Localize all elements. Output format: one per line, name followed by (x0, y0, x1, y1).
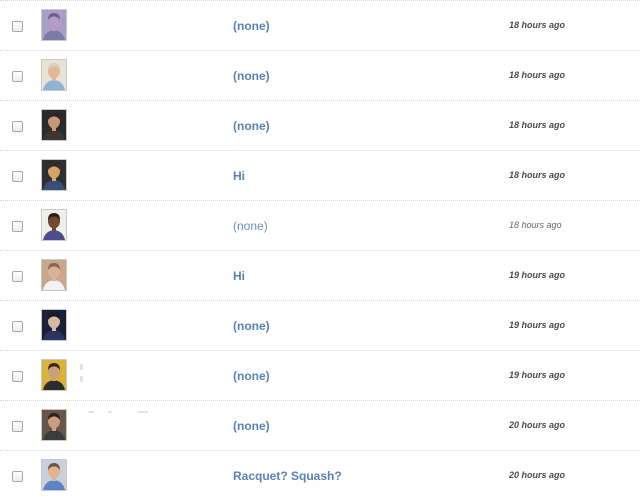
message-subject-link[interactable]: (none) (233, 219, 268, 233)
message-timestamp: 18 hours ago (509, 170, 566, 180)
avatar[interactable] (41, 209, 67, 241)
avatar-photo (42, 260, 66, 290)
message-subject-link[interactable]: (none) (233, 319, 270, 333)
message-row[interactable]: (none) 20 hours ago (0, 400, 640, 450)
message-row[interactable]: (none) 18 hours ago (0, 0, 640, 50)
avatar[interactable] (41, 159, 67, 191)
select-checkbox[interactable] (12, 471, 23, 482)
message-timestamp: 18 hours ago (509, 70, 566, 80)
avatar[interactable] (41, 59, 67, 91)
message-timestamp: 18 hours ago (509, 220, 562, 230)
message-subject-link[interactable]: Racquet? Squash? (233, 469, 342, 483)
message-subject-link[interactable]: (none) (233, 119, 270, 133)
redacted-sender-name (138, 411, 148, 413)
avatar[interactable] (41, 309, 67, 341)
avatar[interactable] (41, 109, 67, 141)
avatar[interactable] (41, 359, 67, 391)
message-subject-link[interactable]: Hi (233, 169, 245, 183)
message-row[interactable]: (none) 18 hours ago (0, 200, 640, 250)
message-timestamp: 19 hours ago (509, 370, 566, 380)
message-row[interactable]: Racquet? Squash? 20 hours ago (0, 450, 640, 500)
select-checkbox[interactable] (12, 171, 23, 182)
message-list: (none) 18 hours ago (none) 18 hours ago … (0, 0, 640, 500)
message-timestamp: 20 hours ago (509, 470, 566, 480)
message-row[interactable]: Hi 19 hours ago (0, 250, 640, 300)
avatar[interactable] (41, 9, 67, 41)
redacted-sender-name (88, 411, 94, 413)
select-checkbox[interactable] (12, 71, 23, 82)
message-row[interactable]: (none) 19 hours ago (0, 350, 640, 400)
message-subject-link[interactable]: (none) (233, 419, 270, 433)
select-checkbox[interactable] (12, 121, 23, 132)
message-timestamp: 19 hours ago (509, 270, 566, 280)
select-checkbox[interactable] (12, 21, 23, 32)
avatar[interactable] (41, 409, 67, 441)
redacted-sender-name (80, 376, 83, 382)
select-checkbox[interactable] (12, 221, 23, 232)
message-subject-link[interactable]: (none) (233, 369, 270, 383)
message-subject-link[interactable]: (none) (233, 69, 270, 83)
avatar[interactable] (41, 259, 67, 291)
avatar-photo (42, 460, 66, 490)
select-checkbox[interactable] (12, 321, 23, 332)
avatar-photo (42, 160, 66, 190)
message-row[interactable]: (none) 18 hours ago (0, 100, 640, 150)
message-subject-link[interactable]: Hi (233, 269, 245, 283)
avatar-photo (42, 10, 66, 40)
message-timestamp: 18 hours ago (509, 120, 566, 130)
select-checkbox[interactable] (12, 371, 23, 382)
message-row[interactable]: (none) 19 hours ago (0, 300, 640, 350)
redacted-sender-name (80, 364, 83, 370)
avatar-photo (42, 310, 66, 340)
avatar-photo (42, 110, 66, 140)
select-checkbox[interactable] (12, 421, 23, 432)
avatar-photo (42, 210, 66, 240)
avatar-photo (42, 360, 66, 390)
message-row[interactable]: (none) 18 hours ago (0, 50, 640, 100)
message-timestamp: 19 hours ago (509, 320, 566, 330)
select-checkbox[interactable] (12, 271, 23, 282)
message-row[interactable]: Hi 18 hours ago (0, 150, 640, 200)
message-timestamp: 18 hours ago (509, 20, 566, 30)
avatar-photo (42, 60, 66, 90)
avatar-photo (42, 410, 66, 440)
message-subject-link[interactable]: (none) (233, 19, 270, 33)
redacted-sender-name (108, 411, 112, 413)
message-timestamp: 20 hours ago (509, 420, 566, 430)
avatar[interactable] (41, 459, 67, 491)
